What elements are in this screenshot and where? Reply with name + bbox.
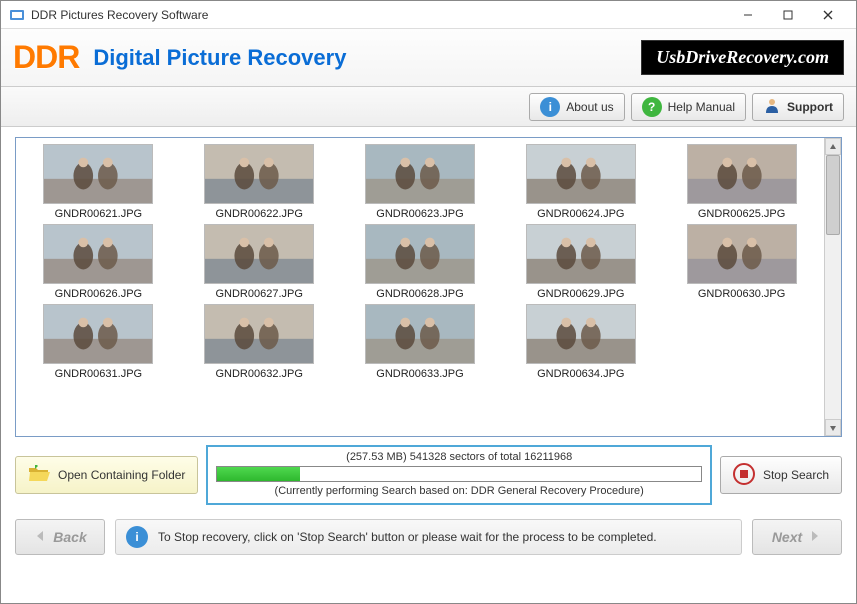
thumbnail-filename: GNDR00633.JPG (376, 368, 463, 380)
next-label: Next (772, 529, 802, 545)
support-icon (763, 96, 781, 117)
scroll-up-button[interactable] (825, 138, 841, 155)
content-area: GNDR00621.JPG GNDR00622.JPG GNDR00623.JPG G… (1, 127, 856, 511)
page-title: Digital Picture Recovery (93, 45, 641, 71)
progress-bar (216, 466, 702, 482)
thumbnail-filename: GNDR00628.JPG (376, 288, 463, 300)
thumbnail-item[interactable]: GNDR00630.JPG (663, 224, 820, 300)
thumbnail-item[interactable]: GNDR00634.JPG (502, 304, 659, 380)
thumbnail-panel: GNDR00621.JPG GNDR00622.JPG GNDR00623.JPG G… (15, 137, 842, 437)
thumbnail-image (526, 144, 636, 204)
next-button[interactable]: Next (752, 519, 842, 555)
thumbnail-image (43, 224, 153, 284)
scroll-track[interactable] (825, 155, 841, 419)
thumbnail-image (43, 304, 153, 364)
thumbnail-image (526, 224, 636, 284)
thumbnail-image (687, 224, 797, 284)
brand-url: UsbDriveRecovery.com (641, 40, 844, 75)
thumbnail-image (365, 224, 475, 284)
thumbnail-item[interactable]: GNDR00627.JPG (181, 224, 338, 300)
stop-search-button[interactable]: Stop Search (720, 456, 842, 494)
scroll-thumb[interactable] (826, 155, 840, 235)
progress-sub-text: (Currently performing Search based on: D… (216, 485, 702, 497)
header: DDR Digital Picture Recovery UsbDriveRec… (1, 29, 856, 87)
thumbnail-item[interactable]: GNDR00629.JPG (502, 224, 659, 300)
toolbar: i About us ? Help Manual Support (1, 87, 856, 127)
brand-logo: DDR (13, 39, 79, 76)
thumbnail-filename: GNDR00630.JPG (698, 288, 785, 300)
footer: Back i To Stop recovery, click on 'Stop … (1, 511, 856, 563)
about-label: About us (566, 100, 613, 114)
thumbnail-filename: GNDR00634.JPG (537, 368, 624, 380)
scroll-down-button[interactable] (825, 419, 841, 436)
chevron-left-icon (33, 529, 47, 546)
thumbnail-item[interactable]: GNDR00624.JPG (502, 144, 659, 220)
thumbnail-image (526, 304, 636, 364)
about-button[interactable]: i About us (529, 93, 624, 121)
thumbnail-filename: GNDR00632.JPG (215, 368, 302, 380)
thumbnail-image (204, 304, 314, 364)
thumbnail-image (43, 144, 153, 204)
help-manual-button[interactable]: ? Help Manual (631, 93, 746, 121)
help-icon: ? (642, 97, 662, 117)
open-containing-folder-button[interactable]: Open Containing Folder (15, 456, 198, 494)
thumbnail-item[interactable]: GNDR00626.JPG (20, 224, 177, 300)
stop-icon (733, 463, 755, 488)
vertical-scrollbar[interactable] (824, 138, 841, 436)
titlebar: DDR Pictures Recovery Software (1, 1, 856, 29)
thumbnail-image (204, 144, 314, 204)
back-label: Back (53, 529, 86, 545)
info-icon: i (540, 97, 560, 117)
help-label: Help Manual (668, 100, 735, 114)
thumbnail-scroll: GNDR00621.JPG GNDR00622.JPG GNDR00623.JPG G… (16, 138, 824, 436)
thumbnail-filename: GNDR00629.JPG (537, 288, 624, 300)
action-row: Open Containing Folder (257.53 MB) 54132… (15, 445, 842, 505)
thumbnail-filename: GNDR00627.JPG (215, 288, 302, 300)
support-button[interactable]: Support (752, 93, 844, 121)
thumbnail-item[interactable]: GNDR00632.JPG (181, 304, 338, 380)
thumbnail-item[interactable]: GNDR00628.JPG (342, 224, 499, 300)
thumbnail-filename: GNDR00624.JPG (537, 208, 624, 220)
thumbnail-image (365, 144, 475, 204)
thumbnail-filename: GNDR00625.JPG (698, 208, 785, 220)
thumbnail-item[interactable]: GNDR00633.JPG (342, 304, 499, 380)
thumbnail-filename: GNDR00631.JPG (55, 368, 142, 380)
thumbnail-filename: GNDR00622.JPG (215, 208, 302, 220)
thumbnail-image (365, 304, 475, 364)
thumbnail-item[interactable]: GNDR00631.JPG (20, 304, 177, 380)
thumbnail-item[interactable]: GNDR00625.JPG (663, 144, 820, 220)
thumbnail-image (687, 144, 797, 204)
info-icon: i (126, 526, 148, 548)
thumbnail-filename: GNDR00621.JPG (55, 208, 142, 220)
thumbnail-item[interactable]: GNDR00622.JPG (181, 144, 338, 220)
stop-label: Stop Search (763, 468, 829, 482)
minimize-button[interactable] (728, 1, 768, 29)
info-bar: i To Stop recovery, click on 'Stop Searc… (115, 519, 742, 555)
progress-status-text: (257.53 MB) 541328 sectors of total 1621… (216, 451, 702, 463)
info-text: To Stop recovery, click on 'Stop Search'… (158, 530, 657, 544)
progress-panel: (257.53 MB) 541328 sectors of total 1621… (206, 445, 712, 505)
thumbnail-image (204, 224, 314, 284)
folder-open-icon (28, 465, 50, 486)
back-button[interactable]: Back (15, 519, 105, 555)
close-button[interactable] (808, 1, 848, 29)
app-icon (9, 7, 25, 23)
chevron-right-icon (808, 529, 822, 546)
support-label: Support (787, 100, 833, 114)
progress-fill (217, 467, 299, 481)
thumbnail-item[interactable]: GNDR00623.JPG (342, 144, 499, 220)
maximize-button[interactable] (768, 1, 808, 29)
thumbnail-filename: GNDR00626.JPG (55, 288, 142, 300)
thumbnail-grid: GNDR00621.JPG GNDR00622.JPG GNDR00623.JPG G… (20, 144, 820, 380)
window-title: DDR Pictures Recovery Software (31, 8, 728, 22)
thumbnail-filename: GNDR00623.JPG (376, 208, 463, 220)
thumbnail-item[interactable]: GNDR00621.JPG (20, 144, 177, 220)
open-folder-label: Open Containing Folder (58, 468, 185, 482)
